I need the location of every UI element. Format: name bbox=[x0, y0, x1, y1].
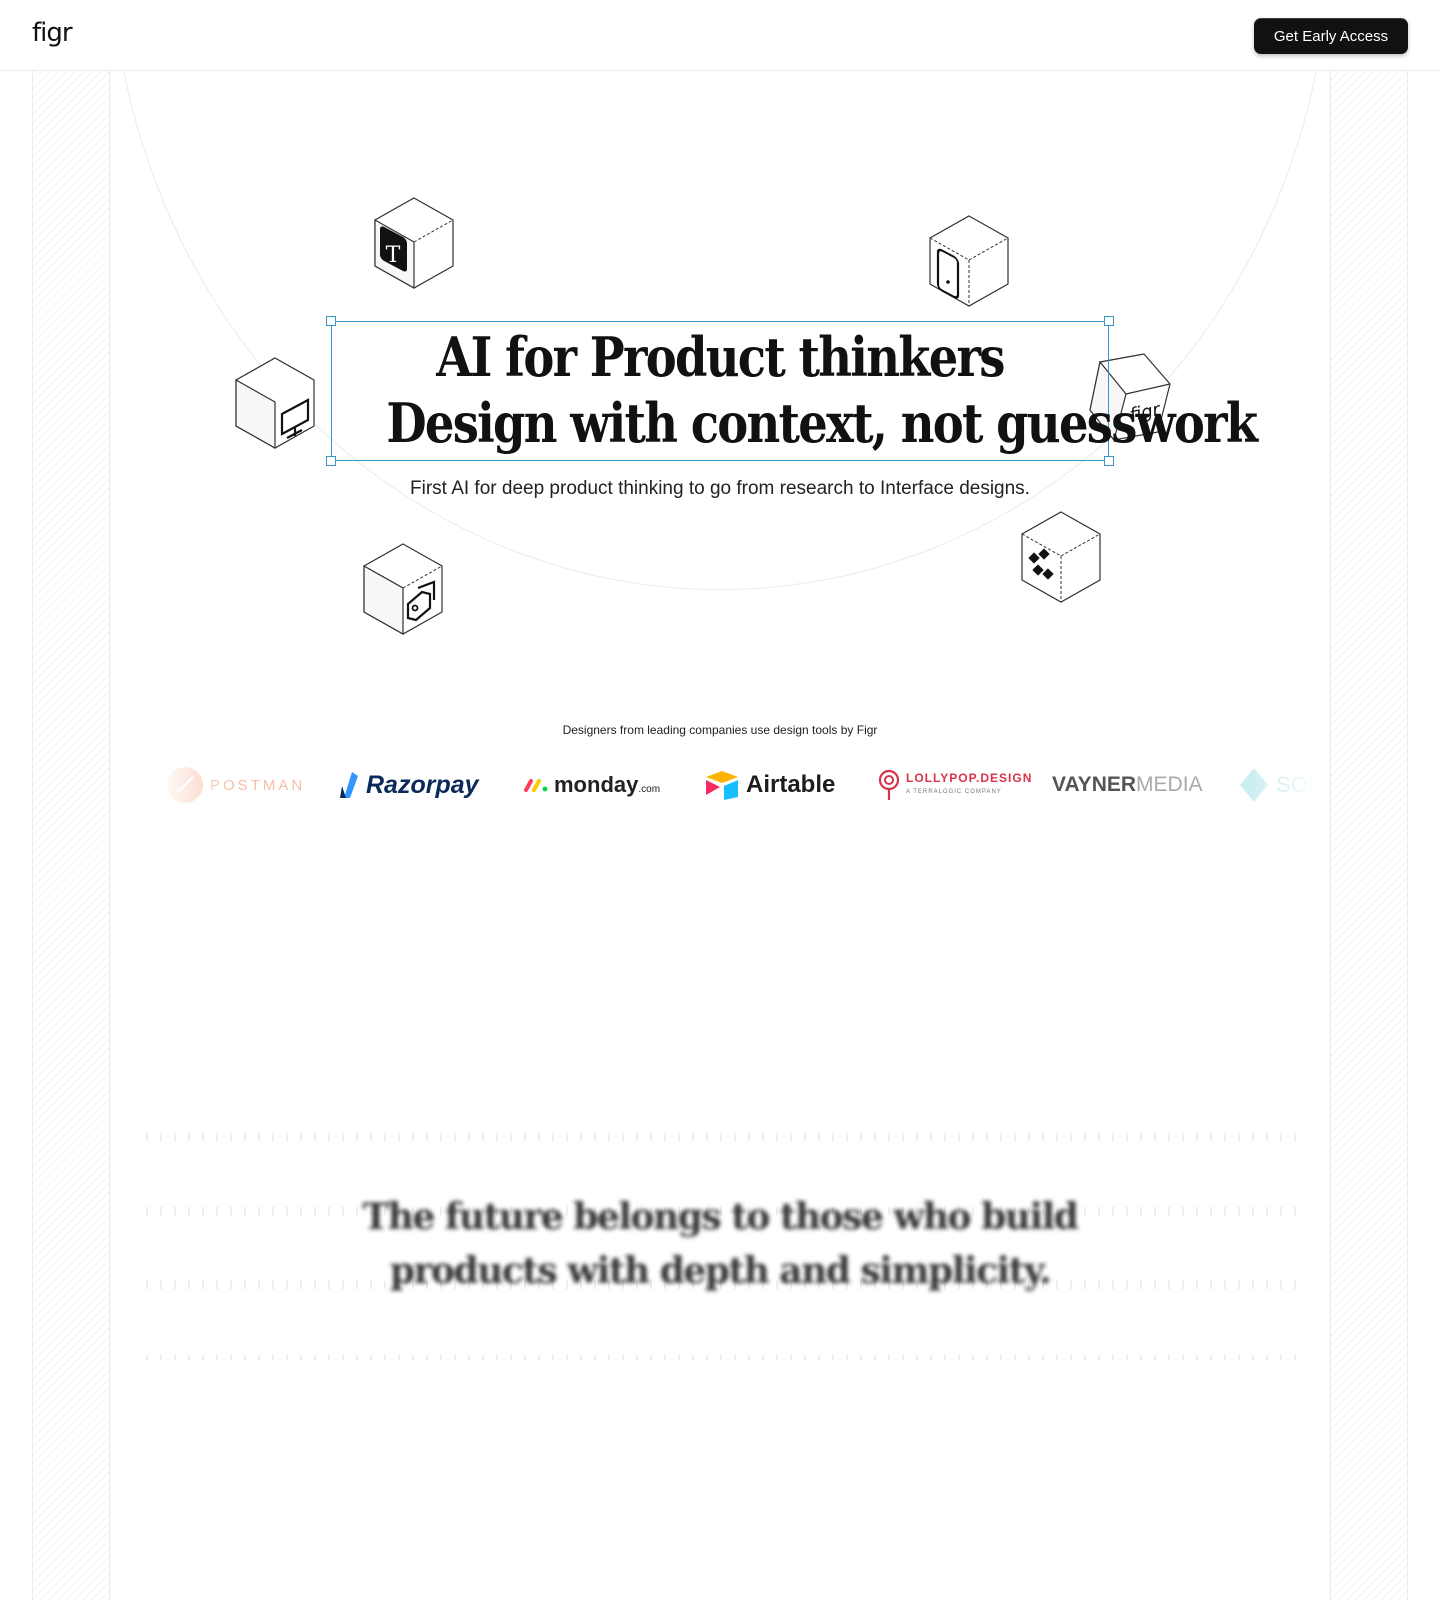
cube-text-tool: T bbox=[371, 196, 457, 292]
resize-handle-bottom-left[interactable] bbox=[326, 456, 336, 466]
airtable-logo: Airtable bbox=[704, 760, 835, 810]
resize-handle-top-right[interactable] bbox=[1104, 316, 1114, 326]
trusted-by-caption: Designers from leading companies use des… bbox=[562, 723, 878, 737]
soft-brand-logo: SOF bbox=[1238, 760, 1320, 810]
brand-logo-strip: POSTMAN Razorpay monday.com Airtable LOL… bbox=[160, 760, 1320, 810]
get-early-access-button[interactable]: Get Early Access bbox=[1254, 18, 1408, 54]
lollypop-mark-icon bbox=[878, 769, 900, 800]
background-circle bbox=[110, 0, 1330, 590]
grid-diamonds-icon bbox=[1021, 511, 1101, 603]
cube-mobile bbox=[926, 214, 1012, 310]
lollypop-design-logo: LOLLYPOP.DESIGN A TERRALOGIC COMPANY bbox=[878, 760, 1032, 810]
right-hatched-rail bbox=[1330, 71, 1408, 1600]
vaynermedia-logo: VAYNERMEDIA bbox=[1052, 773, 1203, 796]
razorpay-mark-icon bbox=[340, 772, 358, 798]
blurred-quote: The future belongs to those who build pr… bbox=[0, 1190, 1440, 1298]
left-hatched-rail bbox=[32, 71, 110, 1600]
hero-subtitle: First AI for deep product thinking to go… bbox=[410, 478, 1030, 499]
mobile-device-icon bbox=[929, 215, 1009, 307]
cube-grid bbox=[1018, 510, 1104, 606]
quote-line-2: products with depth and simplicity. bbox=[389, 1250, 1052, 1292]
resize-handle-top-left[interactable] bbox=[326, 316, 336, 326]
airtable-mark-icon bbox=[706, 771, 738, 800]
monday-mark-icon bbox=[524, 779, 548, 792]
cube-tag bbox=[360, 542, 446, 638]
hero-title: AI for Product thinkers Design with cont… bbox=[386, 324, 1258, 456]
cube-desktop bbox=[232, 356, 318, 452]
svg-text:T: T bbox=[386, 243, 401, 268]
diamond-mark-icon bbox=[1240, 768, 1268, 802]
figr-logo[interactable]: figr bbox=[32, 18, 73, 48]
text-tool-icon: T bbox=[374, 197, 454, 290]
hero-title-line-1: AI for Product thinkers bbox=[436, 325, 1005, 389]
tag-icon bbox=[363, 543, 443, 636]
resize-handle-bottom-right[interactable] bbox=[1104, 456, 1114, 466]
top-navigation-bar: figr Get Early Access bbox=[0, 0, 1440, 71]
postman-rocket-icon bbox=[167, 767, 203, 803]
monday-logo: monday.com bbox=[524, 760, 660, 810]
quote-line-1: The future belongs to those who build bbox=[362, 1196, 1079, 1238]
hero-title-line-2: Design with context, not guesswork bbox=[386, 391, 1258, 455]
desktop-monitor-icon bbox=[235, 357, 315, 450]
razorpay-logo: Razorpay bbox=[340, 760, 479, 810]
postman-logo: POSTMAN bbox=[166, 760, 305, 810]
hero-title-selection-box: AI for Product thinkers Design with cont… bbox=[326, 316, 1258, 466]
